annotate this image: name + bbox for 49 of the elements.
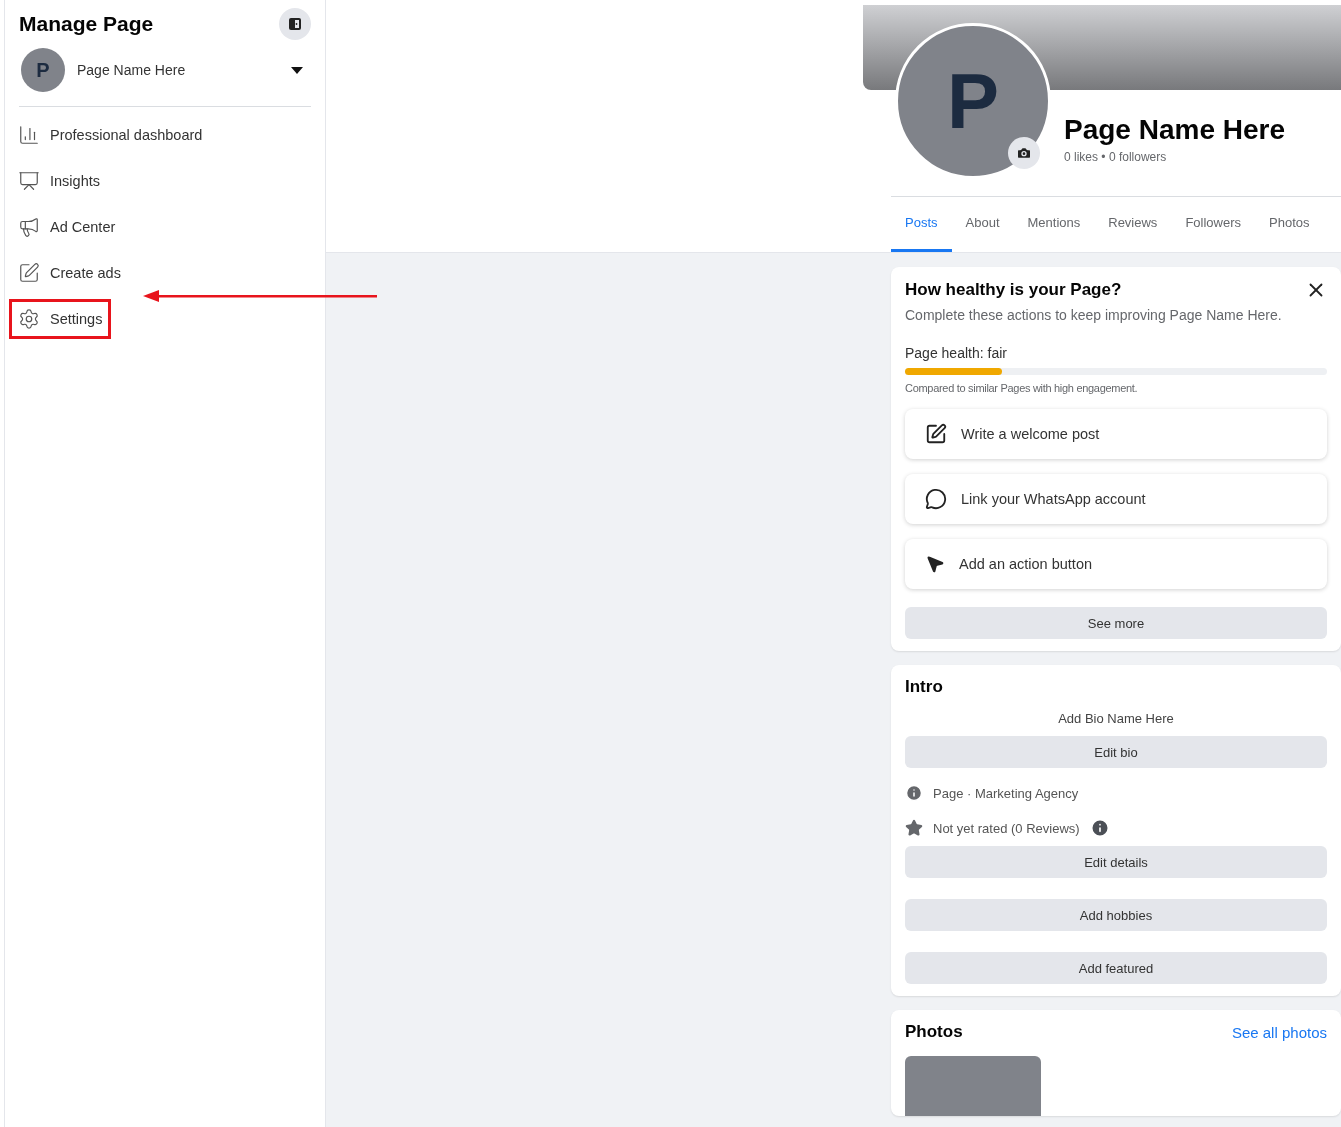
card-title: Photos	[905, 1022, 963, 1042]
intro-button[interactable]: Edit details	[905, 846, 1327, 878]
settings-icon	[18, 308, 40, 330]
health-label: Page health: fair	[905, 345, 1008, 361]
phone-chat-icon	[925, 488, 947, 510]
chart-icon	[18, 124, 40, 146]
intro-button[interactable]: Add featured	[905, 952, 1327, 984]
megaphone-icon	[18, 216, 40, 238]
presentation-icon	[18, 170, 40, 192]
see-all-photos-link[interactable]: See all photos	[1231, 1023, 1327, 1041]
camera-icon	[1016, 145, 1032, 161]
dropdown-caret-icon[interactable]	[291, 66, 303, 74]
profile-tab[interactable]: Reviews	[1094, 196, 1172, 252]
page-avatar: P	[21, 48, 65, 92]
profile-stats: 0 likes • 0 followers	[1064, 150, 1168, 164]
profile-name: Page Name Here	[1064, 114, 1286, 146]
bio-text: Add Bio Name Here	[1057, 711, 1175, 726]
health-caption: Compared to similar Pages with high engagement.	[905, 382, 1139, 394]
info-icon	[905, 784, 923, 802]
category-text: Page · Marketing Agency	[933, 785, 1079, 801]
star-icon	[905, 819, 923, 837]
card-subtitle: Complete these actions to keep improving Page Name Here.	[905, 307, 1283, 323]
sidebar-item[interactable]: Professional dashboard	[9, 115, 212, 155]
action-item[interactable]: Write a welcome post	[905, 409, 1327, 459]
sidebar-item[interactable]: Create ads	[9, 253, 130, 293]
sidebar-item[interactable]: Insights	[9, 161, 109, 201]
rating-text: Not yet rated (0 Reviews)	[933, 820, 1080, 836]
page-name[interactable]: Page Name Here	[77, 62, 279, 78]
profile-tab[interactable]: About	[951, 196, 1014, 252]
collapse-button[interactable]	[279, 8, 311, 40]
edit-bio-button[interactable]: Edit bio	[905, 736, 1327, 768]
sidebar-item[interactable]: Ad Center	[9, 207, 125, 247]
profile-tab[interactable]: Followers	[1171, 196, 1255, 252]
info-icon[interactable]	[1089, 818, 1110, 838]
profile-tab[interactable]: Mentions	[1013, 196, 1095, 252]
profile-tab[interactable]: Photos	[1255, 196, 1324, 252]
pen-icon	[18, 262, 40, 284]
sidebar-panel-icon	[288, 17, 302, 31]
sidebar-item[interactable]: Settings	[9, 299, 112, 339]
intro-button[interactable]: Add hobbies	[905, 899, 1327, 931]
action-item[interactable]: Link your WhatsApp account	[905, 474, 1327, 524]
cursor-icon	[925, 554, 945, 574]
pen-icon	[925, 423, 947, 445]
profile-avatar: P	[895, 23, 1051, 179]
see-more-button[interactable]: See more	[905, 607, 1327, 639]
sidebar-title: Manage Page	[19, 12, 154, 36]
action-item[interactable]: Add an action button	[905, 539, 1327, 589]
card-title: Intro	[905, 677, 944, 697]
card-title: How healthy is your Page?	[905, 280, 1122, 300]
